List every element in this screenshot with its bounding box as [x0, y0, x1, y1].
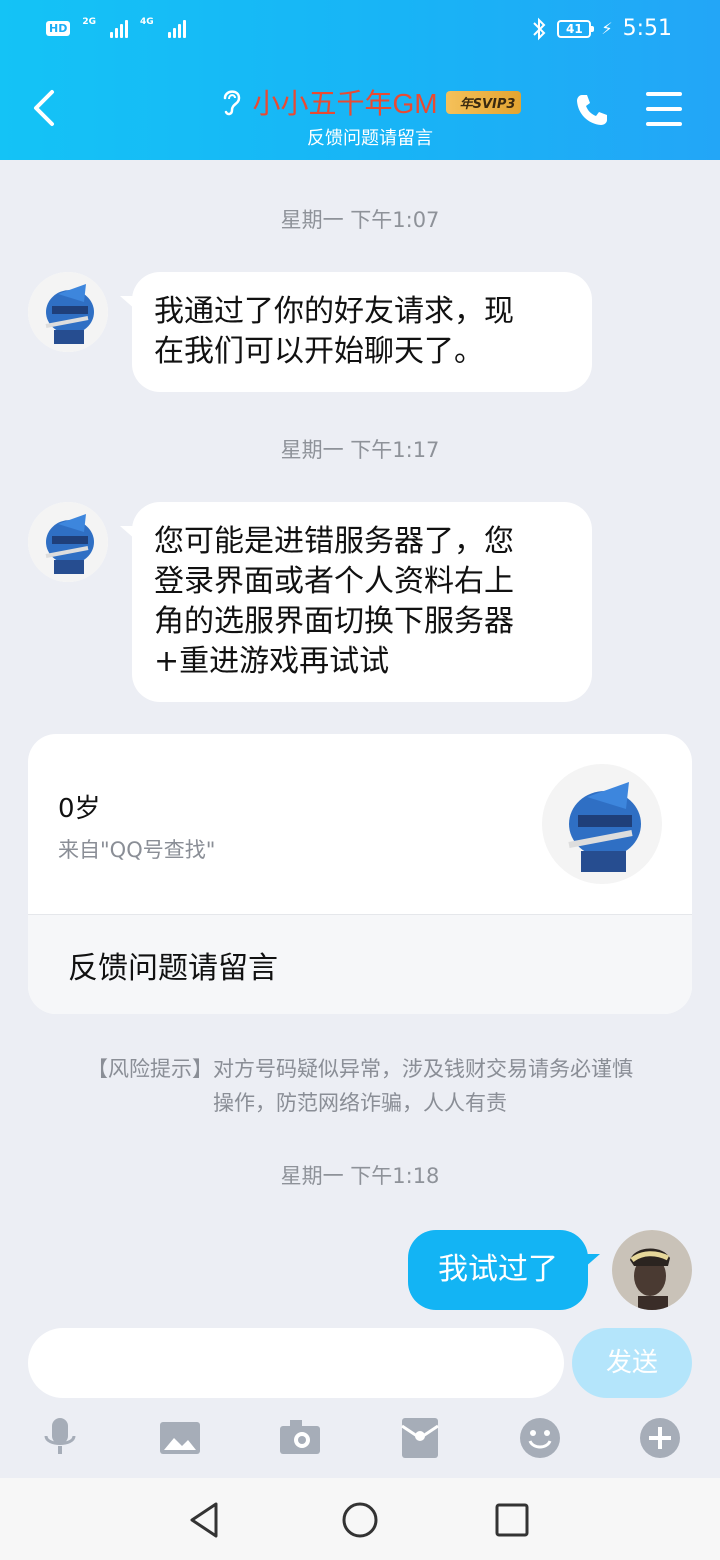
bluetooth-icon	[533, 17, 546, 40]
camera-icon[interactable]	[278, 1416, 322, 1460]
risk-warning-line: 操作，防范网络诈骗，人人有责	[213, 1091, 507, 1115]
chat-header: HD 2G 4G 41 ⚡ 5:51 小小五千年GM 年SVIP3 反馈问题请留…	[0, 0, 720, 160]
message-line: 在我们可以开始聊天了。	[154, 334, 484, 369]
battery-icon: 41	[557, 19, 595, 38]
contact-signature: 反馈问题请留言	[307, 128, 433, 149]
message-line: 您可能是进错服务器了，您	[154, 524, 514, 559]
menu-icon[interactable]	[646, 92, 682, 126]
risk-warning: 【风险提示】对方号码疑似异常，涉及钱财交易请务必谨慎 操作，防范网络诈骗，人人有…	[40, 1052, 680, 1120]
network-label-1: 2G	[82, 17, 96, 27]
ear-icon	[223, 90, 240, 116]
ninja-avatar-icon	[28, 272, 108, 352]
nav-home-icon[interactable]	[340, 1500, 380, 1540]
nav-recents-icon[interactable]	[492, 1500, 532, 1540]
profile-avatar[interactable]	[542, 764, 662, 884]
ninja-avatar-icon	[28, 502, 108, 582]
back-icon[interactable]	[30, 88, 58, 128]
contact-name: 小小五千年GM	[252, 88, 438, 119]
signal-icon	[110, 18, 128, 38]
input-toolbar	[0, 1408, 720, 1472]
network-label-2: 4G	[140, 17, 154, 27]
outgoing-message-bubble[interactable]: 我试过了	[408, 1230, 600, 1310]
profile-signature: 反馈问题请留言	[68, 951, 278, 986]
status-right: 41 ⚡ 5:51	[531, 16, 672, 41]
svip-badge: 年SVIP3	[445, 90, 522, 114]
send-button[interactable]: 发送	[572, 1328, 692, 1398]
profile-signature-row: 反馈问题请留言	[28, 914, 692, 1014]
risk-warning-line: 【风险提示】对方号码疑似异常，涉及钱财交易请务必谨慎	[87, 1057, 633, 1081]
timestamp: 星期一 下午1:17	[280, 438, 440, 462]
red-packet-icon[interactable]	[398, 1416, 442, 1460]
message-line: +重进游戏再试试	[154, 644, 390, 679]
status-bar: HD 2G 4G 41 ⚡ 5:51	[0, 0, 720, 60]
message-bubble[interactable]: 我通过了你的好友请求，现 在我们可以开始聊天了。	[120, 272, 592, 392]
plus-icon[interactable]	[638, 1416, 682, 1460]
message-line: 登录界面或者个人资料右上	[154, 564, 514, 599]
clock: 5:51	[622, 16, 672, 41]
profile-source: 来自"QQ号查找"	[58, 838, 216, 862]
image-icon[interactable]	[158, 1416, 202, 1460]
my-avatar[interactable]	[612, 1230, 692, 1310]
message-line: 我通过了你的好友请求，现	[154, 294, 514, 329]
timestamp: 星期一 下午1:18	[280, 1164, 440, 1188]
contact-avatar[interactable]	[28, 272, 108, 352]
contact-avatar[interactable]	[28, 502, 108, 582]
charging-icon: ⚡	[601, 19, 613, 38]
signal-icon-2	[167, 18, 186, 38]
message-bubble[interactable]: 您可能是进错服务器了，您 登录界面或者个人资料右上 角的选服界面切换下服务器 +…	[120, 502, 592, 702]
user-photo-icon	[612, 1230, 692, 1310]
nav-back-icon[interactable]	[186, 1500, 226, 1540]
message-text: 我试过了	[438, 1252, 558, 1287]
message-input[interactable]	[28, 1328, 564, 1398]
ninja-avatar-icon	[542, 764, 662, 884]
profile-card[interactable]: 0岁 来自"QQ号查找" 反馈问题请留言	[28, 734, 692, 1014]
microphone-icon[interactable]	[38, 1416, 82, 1460]
phone-icon[interactable]	[574, 92, 610, 128]
chat-title-area[interactable]: 小小五千年GM 年SVIP3 反馈问题请留言	[180, 82, 560, 150]
system-nav-bar	[0, 1478, 720, 1560]
emoji-icon[interactable]	[518, 1416, 562, 1460]
hd-badge: HD	[46, 20, 71, 36]
profile-age: 0岁	[58, 794, 101, 824]
timestamp: 星期一 下午1:07	[280, 208, 440, 232]
message-line: 角的选服界面切换下服务器	[154, 604, 514, 639]
status-left: HD 2G 4G	[46, 17, 186, 38]
